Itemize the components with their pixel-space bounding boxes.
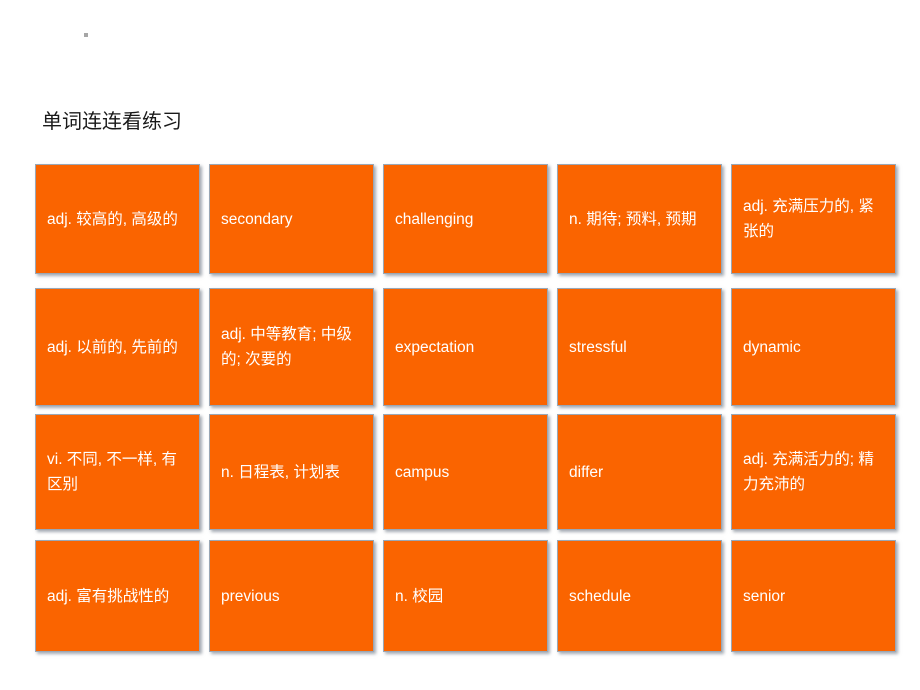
word-card[interactable]: n. 期待; 预料, 预期 [557,164,722,274]
word-card-label: n. 期待; 预料, 预期 [569,210,697,228]
word-card-label: adj. 充满活力的; 精力充沛的 [743,451,874,493]
word-card[interactable]: secondary [209,164,374,274]
word-card-label: expectation [395,338,475,356]
word-card[interactable]: adj. 中等教育; 中级的; 次要的 [209,288,374,406]
word-card[interactable]: dynamic [731,288,896,406]
word-card-label: campus [395,463,450,481]
word-card[interactable]: adj. 充满压力的, 紧张的 [731,164,896,274]
word-card[interactable]: campus [383,414,548,530]
word-card-label: adj. 中等教育; 中级的; 次要的 [221,326,352,368]
slide-canvas: 单词连连看练习 adj. 较高的, 高级的 secondary challeng… [0,0,920,690]
word-card-label: adj. 充满压力的, 紧张的 [743,198,874,240]
grid-row: adj. 以前的, 先前的 adj. 中等教育; 中级的; 次要的 expect… [35,288,897,406]
word-card[interactable]: vi. 不同, 不一样, 有区别 [35,414,200,530]
word-card[interactable]: expectation [383,288,548,406]
word-card-label: differ [569,463,604,481]
grid-row: adj. 较高的, 高级的 secondary challenging n. 期… [35,164,897,274]
word-card-label: vi. 不同, 不一样, 有区别 [47,451,178,493]
word-card[interactable]: adj. 富有挑战性的 [35,540,200,652]
bullet-marker-icon [84,33,88,37]
grid-row: adj. 富有挑战性的 previous n. 校园 schedule seni… [35,540,897,652]
grid-row: vi. 不同, 不一样, 有区别 n. 日程表, 计划表 campus diff… [35,414,897,530]
word-card[interactable]: adj. 充满活力的; 精力充沛的 [731,414,896,530]
word-card[interactable]: n. 校园 [383,540,548,652]
word-card[interactable]: schedule [557,540,722,652]
word-card-label: schedule [569,587,632,605]
word-card[interactable]: challenging [383,164,548,274]
word-match-grid: adj. 较高的, 高级的 secondary challenging n. 期… [35,164,897,652]
word-card[interactable]: previous [209,540,374,652]
word-card[interactable]: adj. 较高的, 高级的 [35,164,200,274]
word-card-label: adj. 以前的, 先前的 [47,338,178,356]
word-card[interactable]: stressful [557,288,722,406]
word-card-label: dynamic [743,338,801,356]
word-card[interactable]: adj. 以前的, 先前的 [35,288,200,406]
word-card[interactable]: differ [557,414,722,530]
word-card-label: adj. 较高的, 高级的 [47,210,178,228]
word-card-label: n. 日程表, 计划表 [221,463,340,481]
word-card-label: stressful [569,338,627,356]
word-card-label: senior [743,587,786,605]
word-card-label: secondary [221,210,293,228]
word-card-label: previous [221,587,280,605]
word-card-label: n. 校园 [395,587,444,605]
word-card-label: challenging [395,210,474,228]
word-card-label: adj. 富有挑战性的 [47,587,170,605]
word-card[interactable]: senior [731,540,896,652]
word-card[interactable]: n. 日程表, 计划表 [209,414,374,530]
page-title: 单词连连看练习 [42,111,182,133]
